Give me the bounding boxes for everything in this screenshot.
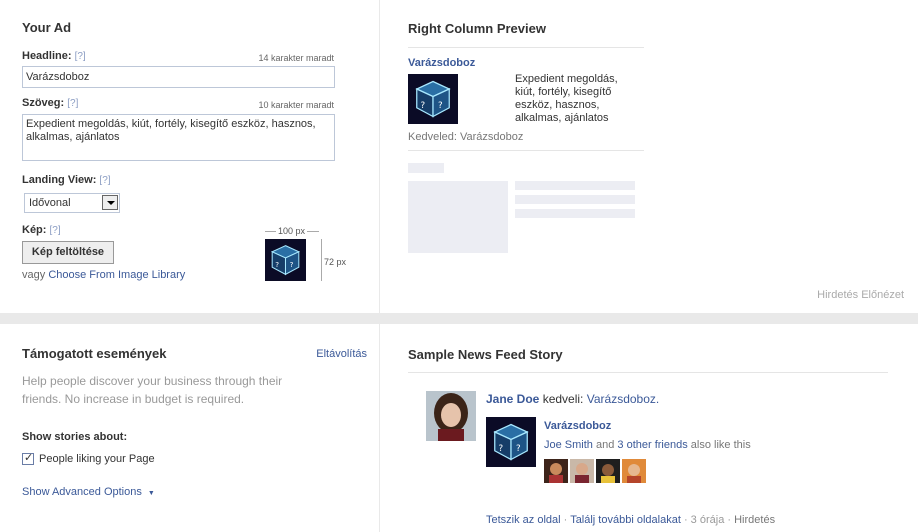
user-name-link[interactable]: Jane Doe bbox=[486, 392, 539, 406]
jane-doe-avatar[interactable] bbox=[426, 391, 476, 441]
magic-box-icon: ? ? bbox=[408, 74, 458, 124]
feed-title: Sample News Feed Story bbox=[408, 347, 563, 362]
separator: · bbox=[727, 514, 732, 526]
image-label-text: Kép: bbox=[22, 224, 47, 236]
svg-text:?: ? bbox=[290, 260, 294, 269]
landing-view-label: Landing View: [?] bbox=[22, 174, 111, 186]
ad-image-thumbnail: ? ? bbox=[265, 239, 306, 281]
svg-text:?: ? bbox=[499, 444, 504, 454]
preview-title-divider bbox=[408, 47, 644, 48]
your-ad-panel: Your Ad Headline: [?] 14 karakter maradt… bbox=[0, 0, 379, 313]
body-label-text: Szöveg: bbox=[22, 97, 65, 109]
preview-ad-body: Expedient megoldás, kiút, fortély, kiseg… bbox=[515, 73, 618, 124]
headline-label: Headline: [?] bbox=[22, 50, 86, 62]
show-stories-label: Show stories about: bbox=[22, 431, 128, 443]
feed-title-divider bbox=[408, 372, 888, 373]
upload-image-button[interactable]: Kép feltöltése bbox=[22, 241, 114, 264]
placeholder-title bbox=[408, 163, 444, 173]
landing-view-value: Idővonal bbox=[29, 197, 71, 209]
events-title: Támogatott események bbox=[22, 346, 167, 361]
svg-text:?: ? bbox=[438, 101, 443, 111]
story-time: 3 órája bbox=[690, 514, 725, 526]
like-page-link[interactable]: Tetszik az oldal bbox=[486, 514, 561, 526]
landing-view-select[interactable]: Idővonal bbox=[24, 193, 120, 213]
preview-ad-image[interactable]: ? ? bbox=[408, 74, 458, 124]
placeholder-line bbox=[515, 195, 635, 204]
svg-text:?: ? bbox=[421, 101, 426, 111]
placeholder-line bbox=[515, 209, 635, 218]
person-photo-icon bbox=[544, 459, 568, 483]
sponsored-events-panel: Támogatott események Eltávolítás Help pe… bbox=[0, 324, 379, 532]
person-photo-icon bbox=[570, 459, 594, 483]
separator: · bbox=[683, 514, 688, 526]
headline-help-link[interactable]: [?] bbox=[75, 51, 86, 62]
friend-name-link[interactable]: Joe Smith bbox=[544, 439, 593, 451]
ad-label: Hirdetés bbox=[734, 514, 776, 526]
story-headline: Jane Doe kedveli: Varázsdoboz. bbox=[486, 392, 659, 406]
person-photo-icon bbox=[596, 459, 620, 483]
preview-likes-text: Kedveled: Varázsdoboz bbox=[408, 131, 524, 143]
image-help-link[interactable]: [?] bbox=[50, 225, 61, 236]
body-counter: 10 karakter maradt bbox=[258, 100, 334, 110]
person-photo-icon bbox=[622, 459, 646, 483]
landing-help-link[interactable]: [?] bbox=[99, 175, 110, 186]
height-dimension-label: 72 px bbox=[322, 256, 349, 268]
show-advanced-options[interactable]: Show Advanced Options ▼ bbox=[22, 486, 155, 498]
your-ad-title: Your Ad bbox=[22, 20, 72, 35]
story-action: kedveli: bbox=[542, 392, 584, 406]
advanced-options-text: Show Advanced Options bbox=[22, 486, 142, 498]
friend-avatar[interactable] bbox=[544, 459, 568, 483]
friend-avatar[interactable] bbox=[622, 459, 646, 483]
magic-box-icon: ? ? bbox=[265, 239, 306, 281]
image-library-row: vagy Choose From Image Library bbox=[22, 269, 185, 281]
image-library-link[interactable]: Choose From Image Library bbox=[48, 269, 185, 281]
people-liking-label[interactable]: People liking your Page bbox=[39, 453, 155, 465]
preview-ad-title[interactable]: Varázsdoboz bbox=[408, 57, 475, 69]
body-help-link[interactable]: [?] bbox=[67, 98, 78, 109]
friend-avatar[interactable] bbox=[570, 459, 594, 483]
story-card-title[interactable]: Varázsdoboz bbox=[544, 420, 611, 432]
body-textarea[interactable]: Expedient megoldás, kiút, fortély, kiseg… bbox=[22, 114, 335, 161]
caret-down-icon: ▼ bbox=[147, 490, 155, 497]
body-label: Szöveg: [?] bbox=[22, 97, 78, 109]
other-friends-link[interactable]: 3 other friends bbox=[617, 439, 687, 451]
svg-text:?: ? bbox=[275, 260, 279, 269]
preview-footer: Hirdetés Előnézet bbox=[817, 289, 904, 301]
story-footer: Tetszik az oldal · Találj további oldala… bbox=[486, 514, 775, 526]
remove-link[interactable]: Eltávolítás bbox=[316, 348, 367, 360]
preview-divider bbox=[408, 150, 644, 151]
person-photo-icon bbox=[426, 391, 476, 441]
events-description: Help people discover your business throu… bbox=[22, 374, 283, 406]
magic-box-icon: ? ? bbox=[486, 417, 536, 467]
svg-text:?: ? bbox=[516, 444, 521, 454]
story-friends-text: Joe Smith and 3 other friends also like … bbox=[544, 439, 751, 451]
people-liking-checkbox[interactable] bbox=[22, 451, 34, 465]
story-page-link[interactable]: Varázsdoboz. bbox=[587, 392, 660, 406]
story-page-image[interactable]: ? ? bbox=[486, 417, 536, 467]
friend-avatar[interactable] bbox=[596, 459, 620, 483]
headline-input[interactable] bbox=[22, 66, 335, 88]
news-feed-panel: Sample News Feed Story Jane Doe kedveli:… bbox=[380, 324, 918, 532]
placeholder-line bbox=[515, 181, 635, 190]
also-like-text: also like this bbox=[690, 439, 751, 451]
placeholder-image bbox=[408, 181, 508, 253]
headline-label-text: Headline: bbox=[22, 50, 72, 62]
separator: · bbox=[563, 514, 568, 526]
headline-counter: 14 karakter maradt bbox=[258, 53, 334, 63]
landing-view-label-text: Landing View: bbox=[22, 174, 97, 186]
find-more-pages-link[interactable]: Találj további oldalakat bbox=[570, 514, 681, 526]
or-text: vagy bbox=[22, 269, 46, 281]
image-label: Kép: [?] bbox=[22, 224, 61, 236]
right-column-preview-panel: Right Column Preview Varázsdoboz ? ? Exp… bbox=[380, 0, 918, 313]
and-text: and bbox=[595, 439, 615, 451]
chevron-down-icon bbox=[102, 195, 118, 210]
width-dimension-label: 100 px bbox=[276, 226, 308, 236]
preview-title: Right Column Preview bbox=[408, 21, 546, 36]
